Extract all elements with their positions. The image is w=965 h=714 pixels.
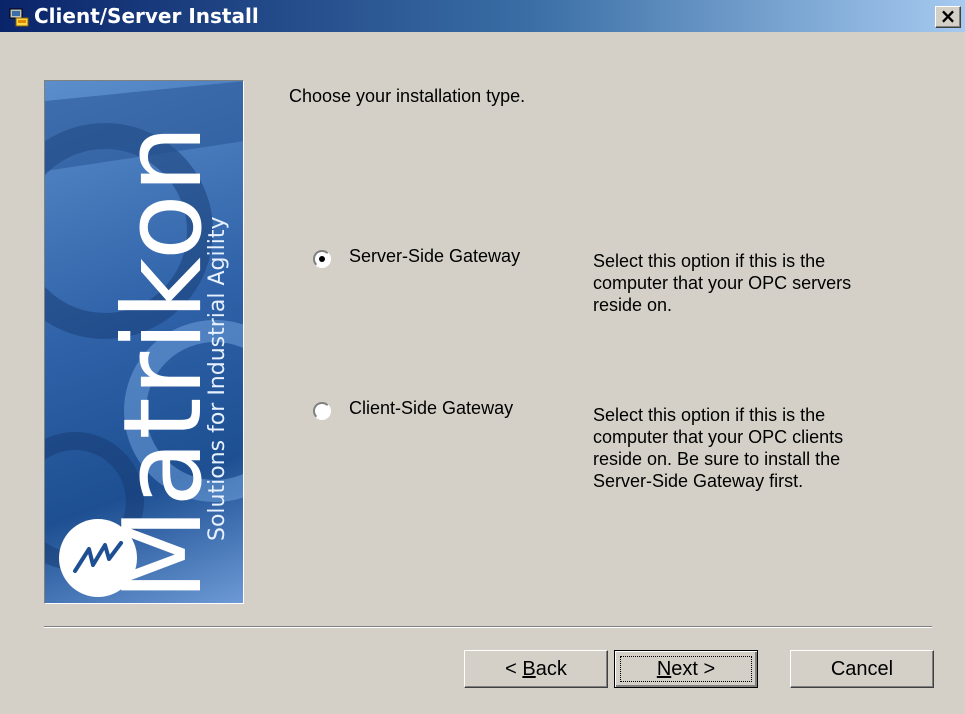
close-button[interactable]: × <box>935 6 961 28</box>
next-button[interactable]: Next > <box>614 650 758 688</box>
footer-separator <box>44 626 932 628</box>
radio-selected-dot <box>319 256 325 262</box>
title-bar: Client/Server Install × <box>0 0 965 32</box>
matrikon-banner: Matrikon Solutions for Industrial Agilit… <box>44 80 244 604</box>
server-side-label[interactable]: Server-Side Gateway <box>349 246 520 267</box>
server-side-radio[interactable] <box>313 250 331 268</box>
back-button[interactable]: < Back <box>464 650 608 688</box>
client-side-description: Select this option if this is the comput… <box>593 405 844 491</box>
matrikon-logo-icon <box>59 519 137 597</box>
back-mnemonic: B <box>522 658 536 680</box>
server-side-description: Select this option if this is the comput… <box>593 251 852 315</box>
window-title: Client/Server Install <box>34 4 259 28</box>
focus-rectangle <box>620 656 752 682</box>
back-rest: ack <box>535 658 567 680</box>
tagline-text: Solutions for Industrial Agility <box>205 216 230 542</box>
instruction-text: Choose your installation type. <box>289 86 526 106</box>
back-prefix: < <box>505 658 523 680</box>
client-side-label[interactable]: Client-Side Gateway <box>349 398 513 419</box>
cancel-button[interactable]: Cancel <box>790 650 934 688</box>
client-side-radio[interactable] <box>313 402 331 420</box>
close-icon: × <box>939 4 957 28</box>
installer-icon <box>9 8 29 27</box>
